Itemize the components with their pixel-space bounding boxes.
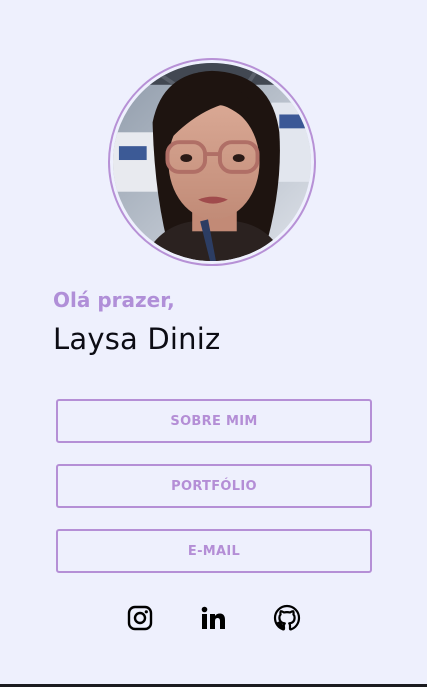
about-button-label: SOBRE MIM [170,413,258,429]
instagram-icon[interactable] [126,604,154,632]
avatar-frame [108,58,316,266]
github-icon[interactable] [273,604,301,632]
about-button[interactable]: SOBRE MIM [56,399,372,443]
portfolio-button[interactable]: PORTFÓLIO [56,464,372,508]
email-button[interactable]: E-MAIL [56,529,372,573]
linkedin-icon[interactable] [199,604,227,632]
avatar [113,63,311,261]
profile-name: Laysa Diniz [53,322,221,356]
portfolio-button-label: PORTFÓLIO [171,478,257,494]
email-button-label: E-MAIL [187,543,241,559]
greeting: Olá prazer, [53,288,175,312]
